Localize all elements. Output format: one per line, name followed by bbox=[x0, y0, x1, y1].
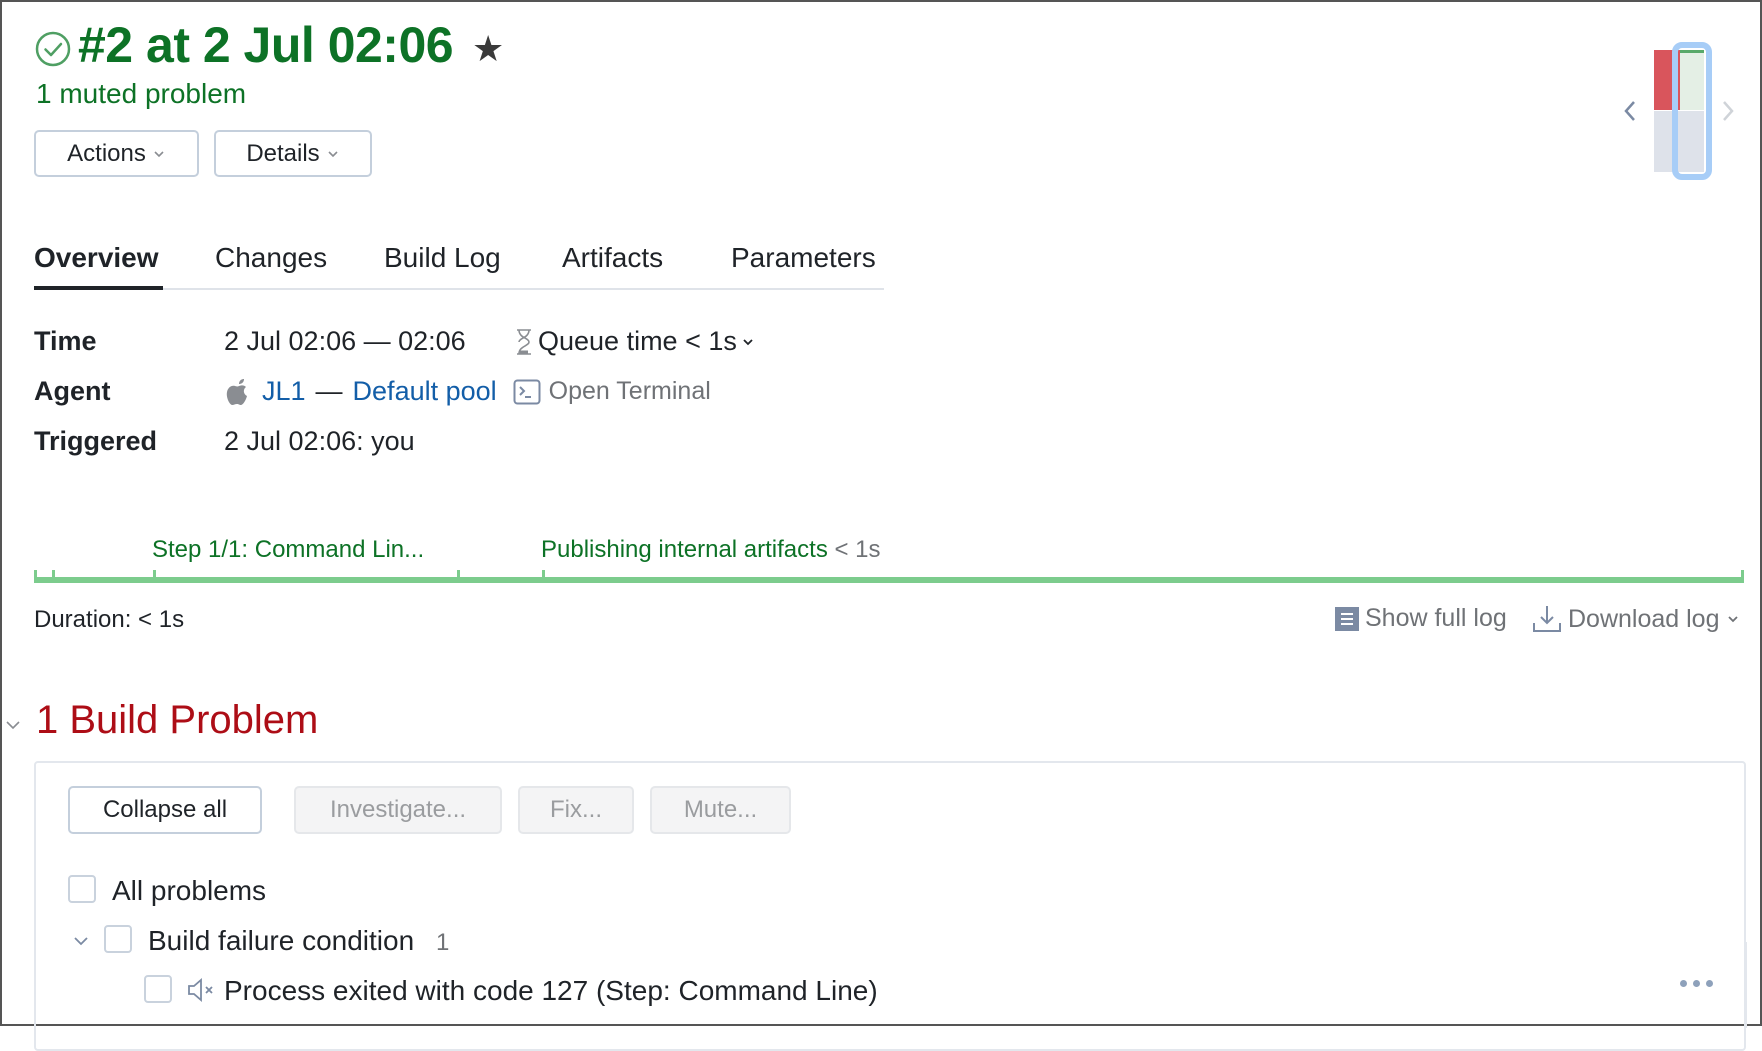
tab-parameters[interactable]: Parameters bbox=[731, 242, 876, 274]
tab-build-log[interactable]: Build Log bbox=[384, 242, 501, 274]
group-checkbox[interactable] bbox=[104, 925, 132, 953]
time-value: 2 Jul 02:06 — 02:06 bbox=[224, 326, 466, 356]
triggered-value: 2 Jul 02:06: you bbox=[224, 426, 415, 456]
time-label: Time bbox=[34, 326, 97, 356]
group-label: Build failure condition 1 bbox=[148, 925, 449, 957]
timeline-tick bbox=[52, 570, 55, 583]
fix-button[interactable]: Fix... bbox=[518, 786, 634, 834]
tab-overview[interactable]: Overview bbox=[34, 242, 159, 274]
active-tab-indicator bbox=[34, 286, 163, 290]
apple-icon bbox=[226, 378, 247, 405]
hourglass-icon bbox=[517, 328, 531, 355]
success-status-icon bbox=[35, 31, 71, 67]
problem-item-label[interactable]: Process exited with code 127 (Step: Comm… bbox=[224, 975, 878, 1007]
group-expand-chevron-icon[interactable] bbox=[72, 932, 90, 950]
details-button[interactable]: Details bbox=[214, 130, 372, 177]
agent-label: Agent bbox=[34, 376, 111, 406]
timeline-step-2-label: Publishing internal artifacts bbox=[541, 536, 828, 563]
build-problems-title: 1 Build Problem bbox=[36, 698, 319, 742]
tab-changes[interactable]: Changes bbox=[215, 242, 327, 274]
show-full-log-label: Show full log bbox=[1365, 604, 1507, 632]
mute-button[interactable]: Mute... bbox=[650, 786, 791, 834]
investigate-button[interactable]: Investigate... bbox=[294, 786, 502, 834]
timeline-bar bbox=[34, 577, 1744, 583]
timeline-step-2-duration: < 1s bbox=[834, 536, 881, 563]
star-icon[interactable]: ★ bbox=[472, 28, 504, 70]
chevron-down-icon bbox=[1727, 616, 1738, 623]
agent-pool-link[interactable]: Default pool bbox=[353, 376, 497, 407]
problem-item-checkbox[interactable] bbox=[144, 975, 172, 1003]
actions-button[interactable]: Actions bbox=[34, 130, 199, 177]
timeline-tick bbox=[34, 570, 37, 583]
more-options-icon[interactable] bbox=[1680, 980, 1713, 987]
timeline-tick bbox=[153, 570, 156, 583]
download-log-button[interactable]: Download log bbox=[1532, 604, 1740, 634]
next-build-arrow-icon[interactable] bbox=[1720, 98, 1736, 124]
details-label: Details bbox=[246, 139, 320, 167]
collapse-all-button[interactable]: Collapse all bbox=[68, 786, 262, 834]
timeline-step-1[interactable]: Step 1/1: Command Lin... bbox=[152, 536, 424, 564]
group-count: 1 bbox=[435, 929, 450, 956]
agent-separator: — bbox=[315, 376, 343, 406]
open-terminal-button[interactable]: Open Terminal bbox=[513, 377, 711, 406]
show-full-log-button[interactable]: Show full log bbox=[1335, 604, 1507, 633]
download-log-label: Download log bbox=[1568, 604, 1720, 633]
muted-problem-link[interactable]: 1 muted problem bbox=[36, 78, 246, 110]
panel-right-border bbox=[1744, 942, 1747, 1028]
log-list-icon bbox=[1335, 606, 1359, 631]
timeline-step-2[interactable]: Publishing internal artifacts < 1s bbox=[541, 536, 881, 564]
duration-text: Duration: < 1s bbox=[34, 606, 185, 633]
chevron-down-icon bbox=[154, 150, 164, 157]
muted-speaker-icon bbox=[188, 978, 213, 1002]
queue-time-text: Queue time < 1s bbox=[538, 326, 737, 356]
terminal-icon bbox=[513, 379, 541, 404]
agent-name-link[interactable]: JL1 bbox=[262, 376, 306, 407]
download-icon bbox=[1533, 606, 1561, 632]
group-label-text: Build failure condition bbox=[148, 925, 415, 956]
chevron-down-icon bbox=[328, 150, 338, 157]
section-collapse-chevron-icon[interactable] bbox=[4, 716, 22, 734]
build-title: #2 at 2 Jul 02:06 bbox=[78, 17, 454, 73]
queue-time-toggle[interactable]: Queue time < 1s bbox=[514, 326, 755, 357]
timeline-tick bbox=[542, 570, 545, 583]
triggered-label: Triggered bbox=[34, 426, 158, 456]
actions-label: Actions bbox=[67, 139, 146, 167]
tab-artifacts[interactable]: Artifacts bbox=[562, 242, 663, 274]
build-problems-panel bbox=[34, 761, 1746, 1051]
all-problems-checkbox[interactable] bbox=[68, 875, 96, 903]
tab-bar: Overview Changes Build Log Artifacts Par… bbox=[34, 238, 884, 290]
timeline-tick bbox=[1741, 570, 1744, 583]
previous-build-arrow-icon[interactable] bbox=[1622, 98, 1638, 124]
chevron-down-icon bbox=[743, 338, 753, 345]
timeline-tick bbox=[457, 570, 460, 583]
all-problems-label: All problems bbox=[112, 875, 267, 906]
agent-value: JL1 — Default pool Open Terminal bbox=[226, 376, 711, 407]
open-terminal-label: Open Terminal bbox=[548, 377, 711, 405]
history-selected-frame bbox=[1672, 42, 1712, 180]
